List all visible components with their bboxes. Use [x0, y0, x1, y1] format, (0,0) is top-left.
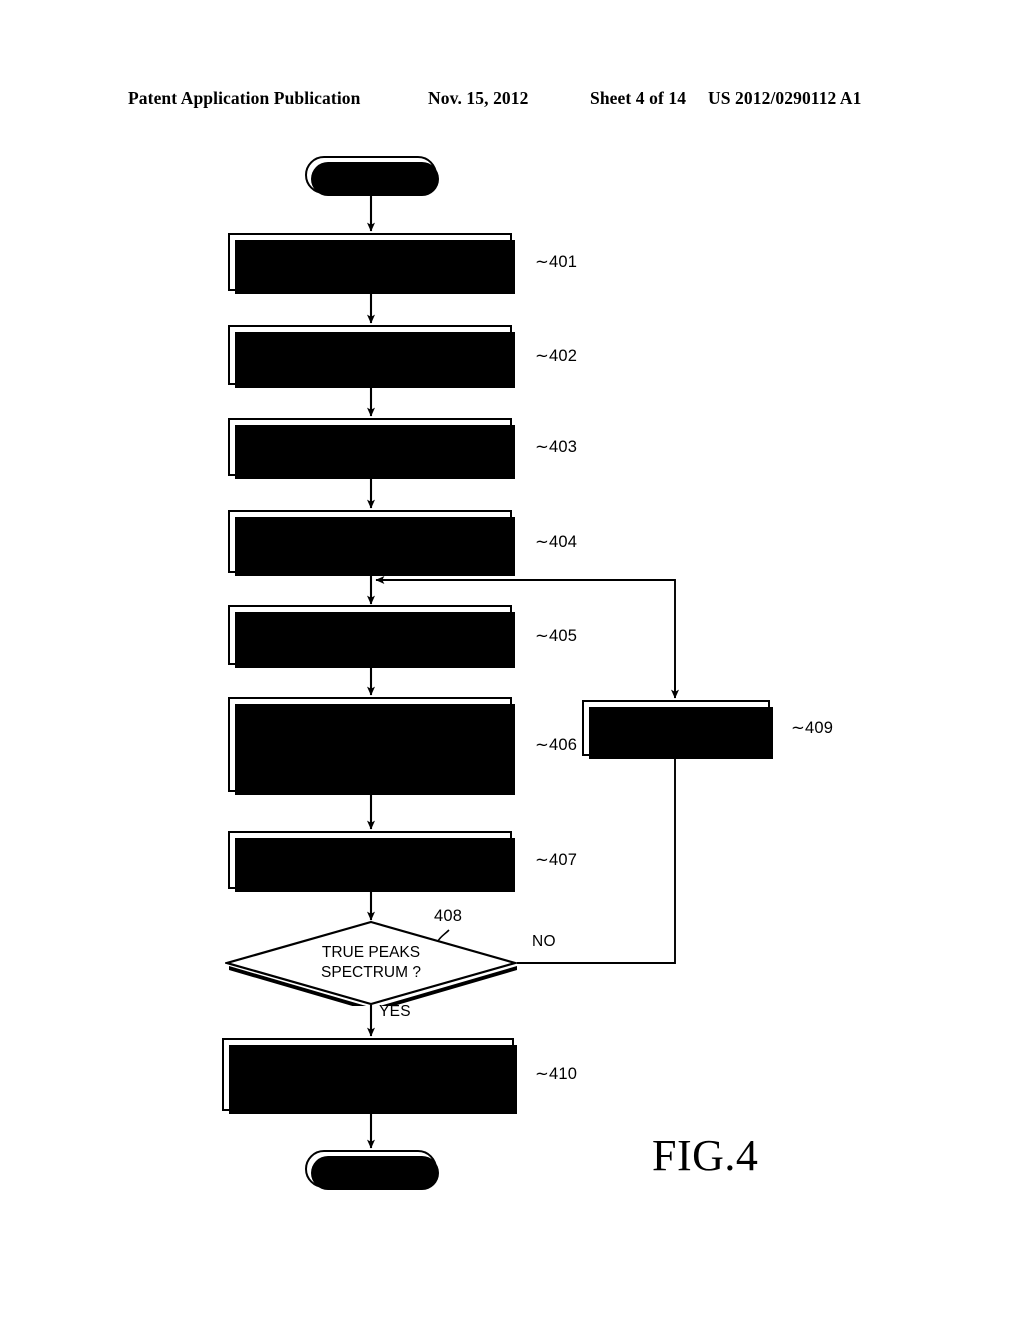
ref-405-squiggle: ∼ — [535, 627, 550, 645]
process-409-line-1: CHANGE SSS OF — [613, 709, 739, 727]
ref-410: ∼410 — [535, 1065, 578, 1083]
process-405-perform-morphological-operation: PERFORM MORPHOLOGICAL OPERATION — [228, 605, 515, 668]
ref-407: ∼407 — [535, 851, 578, 869]
process-403-line-1: DETECT PITCH OF AUDIO SIGNAL — [242, 438, 498, 456]
ref-409-squiggle: ∼ — [791, 719, 806, 737]
ref-402: ∼402 — [535, 347, 578, 365]
terminator-start: START — [305, 156, 439, 196]
ref-407-squiggle: ∼ — [535, 851, 550, 869]
figure-caption: FIG.4 — [652, 1131, 759, 1180]
process-406-line-4: SIGNAL REGION — [308, 765, 432, 783]
ref-409: ∼409 — [791, 719, 834, 737]
process-405-line-2: OPERATION — [324, 636, 416, 653]
process-404-determine-sss: DETERMINE SSS OF MORPHOLOGY FILTER — [228, 510, 515, 576]
process-410-line-3: INTERPOLATION OPERATION — [257, 1085, 479, 1103]
branch-label-yes: YES — [379, 1003, 411, 1020]
process-405-line-1: PERFORM MORPHOLOGICAL — [259, 616, 481, 634]
process-402-line-2: SIGNAL INTO FREQUENCY DOMAIN — [236, 356, 504, 373]
ref-401-squiggle: ∼ — [535, 253, 550, 271]
ref-406-squiggle: ∼ — [535, 736, 550, 754]
process-402-line-1: TRANSFORM RECEIVED AUDIO — [251, 336, 489, 354]
process-406-line-2: PEAK EXTRACTION METHOD, — [258, 725, 482, 743]
process-410-line-1: DETECT ENVELOPE INFORMATION — [236, 1045, 500, 1063]
decision-408-true-peaks-spectrum: TRUE PEAKS SPECTRUM ? — [225, 920, 517, 1006]
process-402-transform-to-frequency-domain: TRANSFORM RECEIVED AUDIO SIGNAL INTO FRE… — [228, 325, 515, 388]
patent-figure-page: Patent Application Publication Nov. 15, … — [0, 0, 1024, 1320]
terminator-start-label: START — [344, 166, 398, 183]
ref-404: ∼404 — [535, 533, 578, 551]
process-407-line-1: SELECT HIGH-ORDER PEAK — [263, 851, 477, 869]
terminator-end: END — [305, 1150, 439, 1190]
ref-405: ∼405 — [535, 627, 578, 645]
terminator-end-label: END — [353, 1160, 389, 1177]
process-406-line-3: AND THEN EXTRACT REMAINDER — [242, 745, 498, 763]
ref-403-squiggle: ∼ — [535, 438, 550, 456]
ref-410-squiggle: ∼ — [535, 1065, 550, 1083]
process-409-line-2: MORPHOLOGY FILTER — [593, 729, 759, 746]
process-404-line-2: MORPHOLOGY FILTER — [284, 542, 456, 560]
process-407-select-high-order-peak: SELECT HIGH-ORDER PEAK — [228, 831, 515, 892]
process-409-change-sss: CHANGE SSS OF MORPHOLOGY FILTER — [582, 700, 773, 759]
process-406-extract-peak: EXTRACT PEAK BY USING PEAK EXTRACTION ME… — [228, 697, 515, 795]
ref-408: 408 — [434, 907, 463, 925]
ref-402-squiggle: ∼ — [535, 347, 550, 365]
process-410-detect-envelope-information: DETECT ENVELOPE INFORMATION BY PERFORMIN… — [222, 1038, 517, 1114]
ref-401: ∼401 — [535, 253, 578, 271]
process-401-line-1: RECEIVE AUDIO SIGNAL — [278, 253, 462, 271]
process-404-line-1: DETERMINE SSS OF — [292, 522, 448, 540]
process-401-receive-audio-signal: RECEIVE AUDIO SIGNAL — [228, 233, 515, 294]
branch-label-no: NO — [532, 933, 556, 950]
process-406-line-1: EXTRACT PEAK BY USING — [271, 705, 469, 723]
process-403-detect-pitch: DETECT PITCH OF AUDIO SIGNAL — [228, 418, 515, 479]
ref-403: ∼403 — [535, 438, 578, 456]
ref-404-squiggle: ∼ — [535, 533, 550, 551]
process-410-line-2: BY PERFORMING — [302, 1065, 434, 1083]
ref-406: ∼406 — [535, 736, 578, 754]
